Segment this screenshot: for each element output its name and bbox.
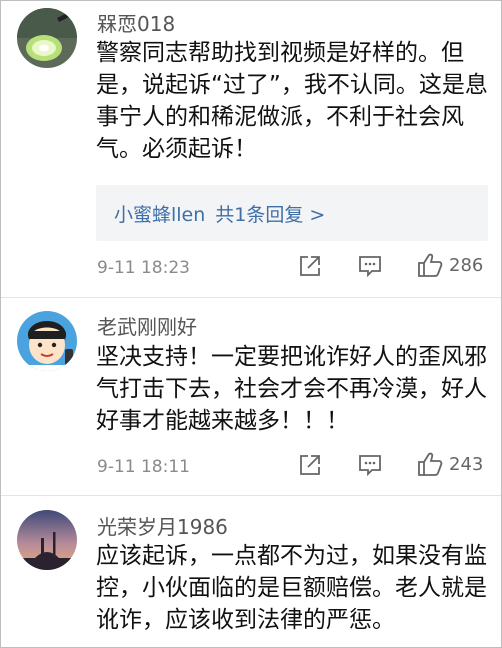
comment-button[interactable]	[358, 255, 382, 277]
comment-button[interactable]	[358, 454, 382, 476]
comment-username[interactable]: 槑恧018	[97, 8, 175, 37]
comment-username[interactable]: 老武刚刚好	[97, 311, 197, 340]
avatar[interactable]	[17, 510, 77, 570]
comment-text: 坚决支持！一定要把讹诈好人的歪风邪气打击下去，社会才会不再冷漠，好人好事才能越来…	[96, 344, 487, 434]
comment-divider	[1, 297, 501, 298]
reply-count: 共1条回复 >	[215, 203, 326, 226]
share-button[interactable]	[298, 453, 322, 477]
like-button[interactable]: 286	[417, 252, 483, 278]
share-button[interactable]	[298, 254, 322, 278]
thumbs-up-icon	[418, 253, 443, 277]
reply-summary-link[interactable]: 小蜜蜂llen 共1条回复 >	[96, 185, 488, 241]
avatar-image	[17, 510, 77, 570]
avatar[interactable]	[17, 311, 77, 371]
avatar-image	[17, 311, 77, 371]
like-count: 243	[449, 453, 484, 475]
avatar-image	[17, 8, 77, 68]
comment-text: 警察同志帮助找到视频是好样的。但是，说起诉“过了”，我不认同。这是息事宁人的和稀…	[96, 40, 488, 162]
comment-divider	[1, 495, 501, 496]
like-count: 286	[449, 254, 484, 276]
reply-user: 小蜜蜂llen	[114, 203, 206, 226]
share-icon	[300, 455, 320, 475]
comment-timestamp: 9-11 18:11	[97, 457, 190, 477]
share-icon	[300, 256, 320, 276]
comment-timestamp: 9-11 18:23	[97, 258, 190, 278]
comment-icon	[359, 455, 381, 476]
thumbs-up-icon	[418, 452, 443, 476]
comment-username[interactable]: 光荣岁月1986	[97, 511, 228, 540]
comment-text: 应该起诉，一点都不为过，如果没有监控，小伙面临的是巨额赔偿。老人就是讹诈，应该收…	[96, 543, 487, 633]
like-button[interactable]: 243	[417, 451, 483, 477]
comment-icon	[359, 256, 381, 277]
avatar[interactable]	[17, 8, 77, 68]
